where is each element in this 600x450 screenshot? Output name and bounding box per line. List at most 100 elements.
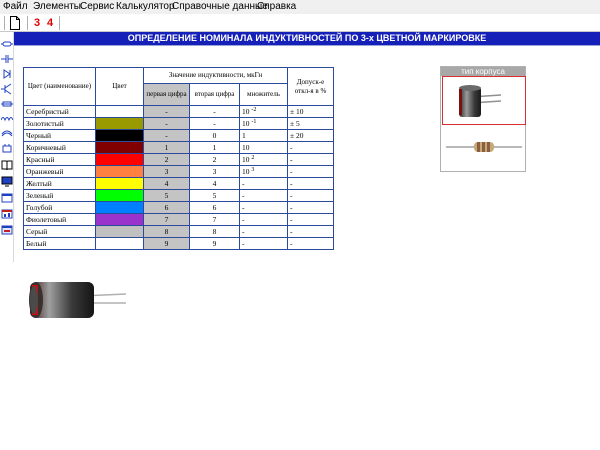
menu-elements[interactable]: Элементы <box>33 1 81 12</box>
chart-window-icon[interactable] <box>1 208 13 220</box>
book-icon[interactable] <box>1 159 13 171</box>
transistor-icon[interactable] <box>1 83 13 95</box>
first-digit: 8 <box>143 225 190 238</box>
header-tolerance: Допуск-е откл-я в % <box>287 67 335 106</box>
new-document-button[interactable] <box>8 15 22 31</box>
second-digit: 6 <box>189 201 240 214</box>
multiplier-exponent: 2 <box>251 155 255 161</box>
header-color: Цвет <box>95 67 144 106</box>
second-digit: - <box>189 117 240 130</box>
multiplier-base: - <box>242 227 245 236</box>
multiplier: 10 -1 <box>238 117 289 130</box>
color-swatch <box>95 165 144 178</box>
menu-file[interactable]: Файл <box>3 1 28 12</box>
color-swatch <box>95 201 144 214</box>
package-option-radial[interactable] <box>442 76 526 125</box>
color-swatch <box>95 213 144 226</box>
multiplier-base: 1 <box>242 131 246 140</box>
color-swatch <box>95 117 144 130</box>
four-band-button[interactable]: 4 <box>44 15 56 31</box>
color-swatch <box>95 189 144 202</box>
multiplier: - <box>238 213 289 226</box>
color-code-table: Цвет (наименование) Цвет Значение индукт… <box>23 67 335 250</box>
first-digit: 2 <box>143 153 190 166</box>
multiplier-base: 10 <box>242 119 250 128</box>
color-name: Коричневый <box>23 141 96 154</box>
fuse-icon[interactable] <box>1 98 13 110</box>
toolbar-separator <box>27 16 28 30</box>
multiplier: 1 <box>238 129 289 142</box>
app-window-icon[interactable] <box>1 224 13 236</box>
menu-calculator[interactable]: Калькулятор <box>116 1 175 12</box>
window-icon[interactable] <box>1 192 13 204</box>
color-name: Золотистый <box>23 117 96 130</box>
color-name: Голубой <box>23 201 96 214</box>
tolerance: ± 5 <box>287 117 335 130</box>
menu-service[interactable]: Сервис <box>80 1 114 12</box>
tolerance: ± 10 <box>287 105 335 118</box>
radial-inductor-icon <box>29 282 127 318</box>
table-row: Серый 8 8- - <box>23 225 335 238</box>
toolbar-separator <box>4 16 5 30</box>
first-digit: 4 <box>143 177 190 190</box>
three-band-button[interactable]: 3 <box>31 15 43 31</box>
color-swatch <box>95 105 144 118</box>
first-digit: - <box>143 129 190 142</box>
color-name: Белый <box>23 237 96 250</box>
first-digit: 7 <box>143 213 190 226</box>
monitor-icon[interactable] <box>1 175 13 187</box>
table-body: Серебристый - -10 -2 ± 10 Золотистый - -10 -1 ±… <box>23 105 335 250</box>
color-swatch <box>95 177 144 190</box>
table-row: Золотистый - -10 -1 ± 5 <box>23 117 335 130</box>
multiplier: 10 <box>238 141 289 154</box>
multiplier: - <box>238 225 289 238</box>
color-name: Желтый <box>23 177 96 190</box>
crystal-icon[interactable] <box>1 128 13 140</box>
resistor-icon[interactable] <box>1 38 13 50</box>
color-name: Фиолетовый <box>23 213 96 226</box>
divider <box>14 45 600 46</box>
inductor-icon[interactable] <box>1 113 13 125</box>
first-digit: 3 <box>143 165 190 178</box>
multiplier-base: - <box>242 179 245 188</box>
menu-help[interactable]: Справка <box>257 1 296 12</box>
first-digit: - <box>143 117 190 130</box>
tolerance: - <box>287 201 335 214</box>
second-digit: - <box>189 105 240 118</box>
panel-title: тип корпуса <box>441 67 525 76</box>
tolerance: - <box>287 153 335 166</box>
color-swatch <box>95 153 144 166</box>
multiplier-base: - <box>242 203 245 212</box>
multiplier-base: 10 <box>242 107 250 116</box>
color-name: Серый <box>23 225 96 238</box>
multiplier-base: 10 <box>242 143 250 152</box>
tolerance: - <box>287 213 335 226</box>
table-row: Голубой 6 6- - <box>23 201 335 214</box>
color-swatch <box>95 225 144 238</box>
second-digit: 1 <box>189 141 240 154</box>
color-name: Красный <box>23 153 96 166</box>
color-name: Черный <box>23 129 96 142</box>
package-option-axial[interactable] <box>442 127 526 167</box>
second-digit: 4 <box>189 177 240 190</box>
color-name: Оранжевый <box>23 165 96 178</box>
multiplier-exponent: 3 <box>251 167 255 173</box>
tolerance: - <box>287 165 335 178</box>
second-digit: 3 <box>189 165 240 178</box>
toolbar: 3 4 <box>0 14 600 32</box>
package-type-panel: тип корпуса <box>440 66 526 172</box>
multiplier-base: - <box>242 239 245 248</box>
color-swatch <box>95 237 144 250</box>
diode-icon[interactable] <box>1 68 13 80</box>
multiplier-exponent: -1 <box>251 119 257 125</box>
multiplier-base: 10 <box>242 155 250 164</box>
capacitor-icon[interactable] <box>1 53 13 65</box>
first-digit: 6 <box>143 201 190 214</box>
document-icon <box>10 16 20 30</box>
menu-reference[interactable]: Справочные данные <box>172 1 268 12</box>
header-color-name: Цвет (наименование) <box>23 67 96 106</box>
table-row: Серебристый - -10 -2 ± 10 <box>23 105 335 118</box>
chip-icon[interactable] <box>1 143 13 155</box>
menu-bar: Файл Элементы Сервис Калькулятор Справоч… <box>0 0 600 14</box>
color-swatch <box>95 129 144 142</box>
